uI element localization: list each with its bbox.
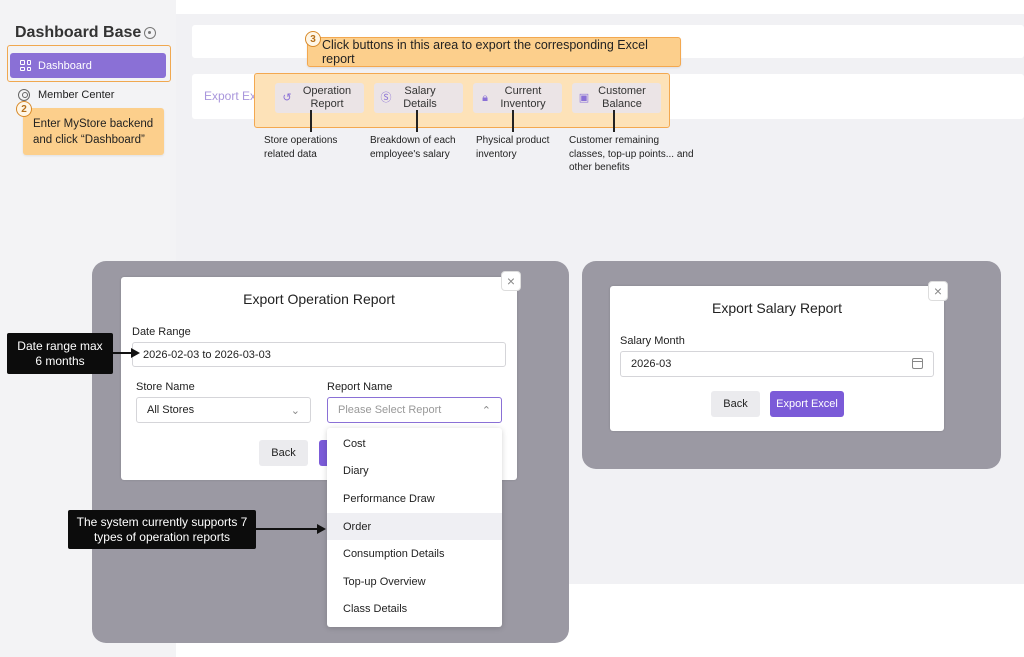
step3-callout: Click buttons in this area to export the… (307, 37, 681, 67)
operation-report-button[interactable]: ↺ Operation Report (275, 83, 364, 113)
modal-title: Export Salary Report (712, 300, 842, 316)
arrow-head (131, 348, 140, 358)
date-range-tip: Date range max 6 months (7, 333, 113, 374)
step2-number: 2 (16, 101, 32, 117)
customer-balance-button[interactable]: ▣ Customer Balance (572, 83, 661, 113)
export-excel-button[interactable]: Export Excel (770, 391, 844, 417)
sidebar-item-dashboard[interactable]: Dashboard (10, 53, 166, 78)
sidebar-item-label: Dashboard (38, 59, 92, 72)
arrow-line (256, 528, 318, 530)
report-name-select[interactable]: Please Select Report ⌃ (327, 397, 502, 423)
store-name-select[interactable]: All Stores ⌄ (136, 397, 311, 423)
salary-month-label: Salary Month (620, 335, 685, 347)
button-label: Operation Report (302, 85, 352, 110)
current-inventory-desc: Physical product inventory (476, 135, 550, 160)
dropdown-option-highlighted[interactable]: Order (327, 513, 502, 540)
date-range-label: Date Range (132, 326, 191, 338)
dropdown-option[interactable]: Class Details (327, 595, 502, 622)
report-name-label: Report Name (327, 381, 393, 393)
customer-balance-desc: Customer remaining classes, top-up point… (569, 135, 694, 173)
date-range-input[interactable]: 2026-02-03 to 2026-03-03 (132, 342, 506, 367)
collapse-icon[interactable] (144, 27, 156, 39)
lock-icon: 🔒︎ (482, 91, 488, 104)
sidebar-item-label: Member Center (38, 89, 115, 101)
operation-report-desc: Store operations related data (264, 135, 338, 160)
close-icon[interactable]: × (928, 281, 948, 301)
calendar-icon (912, 358, 923, 369)
modal-title: Export Operation Report (243, 291, 395, 307)
brand-title: Dashboard Base (15, 24, 142, 41)
date-range-value: 2026-02-03 to 2026-03-03 (143, 348, 271, 361)
connector-line (416, 110, 418, 132)
step3-text: Click buttons in this area to export the… (322, 38, 648, 66)
report-types-tip: The system currently supports 7 types of… (68, 510, 256, 549)
sidebar-item-member-center[interactable]: Member Center (18, 87, 114, 103)
wallet-icon: ▣ (578, 91, 590, 104)
step3-number: 3 (305, 31, 321, 47)
salary-details-desc: Breakdown of each employee's salary (370, 135, 456, 160)
grid-icon (20, 60, 31, 71)
dropdown-option[interactable]: Cost (327, 430, 502, 457)
history-icon: ↺ (282, 91, 292, 104)
arrow-line (113, 352, 131, 354)
user-icon (18, 89, 30, 101)
dropdown-option[interactable]: Consumption Details (327, 540, 502, 567)
chevron-up-icon: ⌃ (481, 404, 491, 417)
salary-month-input[interactable]: 2026-03 (620, 351, 934, 377)
step2-text: Enter MyStore backend and click “Dashboa… (33, 118, 154, 146)
button-label: Salary Details (403, 85, 437, 110)
close-icon[interactable]: × (501, 271, 521, 291)
connector-line (310, 110, 312, 132)
current-inventory-button[interactable]: 🔒︎ Current Inventory (473, 83, 562, 113)
back-button[interactable]: Back (711, 391, 760, 417)
dropdown-option[interactable]: Performance Draw (327, 485, 502, 512)
connector-line (613, 110, 615, 132)
dropdown-option[interactable]: Top-up Overview (327, 568, 502, 595)
salary-details-button[interactable]: Ⓢ Salary Details (374, 83, 463, 113)
store-name-value: All Stores (147, 404, 195, 416)
button-label: Customer Balance (598, 85, 646, 110)
chevron-down-icon: ⌄ (290, 404, 300, 417)
step2-callout: Enter MyStore backend and click “Dashboa… (23, 108, 164, 155)
connector-line (512, 110, 514, 132)
button-label: Current Inventory (500, 85, 546, 110)
store-name-label: Store Name (136, 381, 195, 393)
report-name-placeholder: Please Select Report (338, 404, 442, 416)
report-dropdown: Cost Diary Performance Draw Order Consum… (327, 428, 502, 627)
arrow-head (317, 524, 326, 534)
dollar-icon: Ⓢ (380, 91, 392, 104)
salary-month-value: 2026-03 (631, 358, 672, 370)
dropdown-option[interactable]: Diary (327, 457, 502, 484)
back-button[interactable]: Back (259, 440, 308, 466)
